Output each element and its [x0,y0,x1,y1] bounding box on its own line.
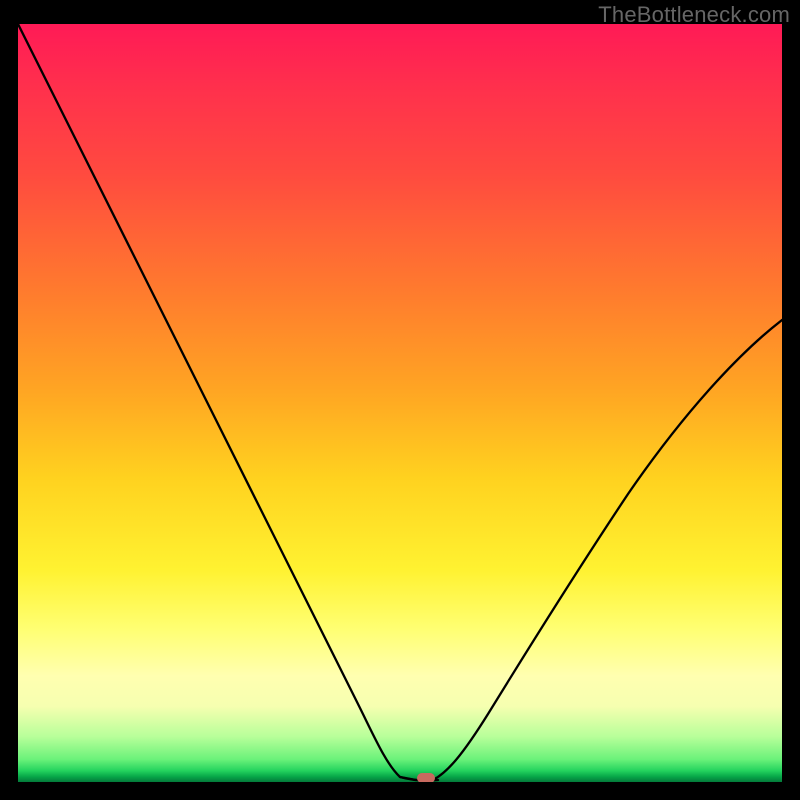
chart-frame: TheBottleneck.com [0,0,800,800]
bottleneck-curve-path-left [18,24,416,780]
bottleneck-curve-path-right [433,320,782,780]
plot-area [18,24,782,782]
optimum-marker [417,773,435,782]
bottleneck-curve-svg [18,24,782,782]
watermark-text: TheBottleneck.com [598,2,790,28]
